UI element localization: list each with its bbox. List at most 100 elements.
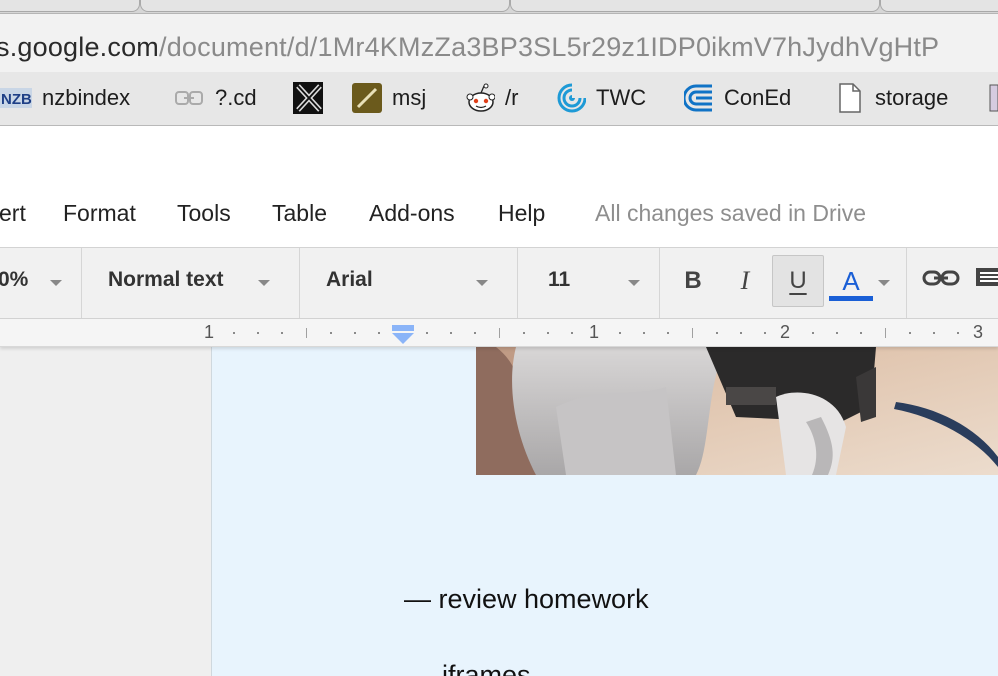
- ruler-tick: [499, 328, 500, 338]
- toolbar-divider: [906, 248, 907, 318]
- bookmark-icon: [988, 83, 998, 113]
- ruler-tick: [812, 332, 814, 334]
- document-icon: [835, 83, 865, 113]
- browser-tab[interactable]: [0, 0, 140, 12]
- bookmark-nzbindex[interactable]: NZB nzbindex: [0, 82, 130, 114]
- ruler-tick: [716, 332, 718, 334]
- bold-button[interactable]: B: [667, 255, 719, 307]
- insert-link-button[interactable]: [915, 255, 967, 307]
- bookmark-label: /r: [505, 85, 519, 110]
- chevron-down-icon: [258, 280, 270, 286]
- bookmark-coned[interactable]: ConEd: [684, 82, 791, 114]
- svg-text:NZB: NZB: [1, 91, 32, 108]
- menu-tools[interactable]: Tools: [177, 200, 231, 227]
- italic-button[interactable]: I: [719, 255, 771, 307]
- ruler-tick: [547, 332, 549, 334]
- address-bar[interactable]: s.google.com/document/d/1Mr4KMzZa3BP3SL5…: [0, 14, 998, 72]
- ruler-tick: [257, 332, 259, 334]
- text-color-icon: A: [842, 265, 860, 296]
- ruler-label: 2: [780, 322, 791, 342]
- docs-toolbar: 0% Normal text Arial 11 B I U A: [0, 247, 998, 319]
- chevron-down-icon: [50, 280, 62, 286]
- bookmark-label: nzbindex: [42, 85, 131, 110]
- bookmark-label: ConEd: [724, 85, 792, 110]
- zoom-select[interactable]: 0%: [0, 268, 28, 292]
- twc-swirl-icon: [556, 82, 586, 113]
- reddit-icon: [465, 83, 495, 113]
- bookmark-label: msj: [392, 85, 427, 110]
- menu-table[interactable]: Table: [272, 200, 327, 227]
- browser-tab[interactable]: [140, 0, 510, 12]
- ruler-tick: [933, 332, 935, 334]
- ruler-tick: [957, 332, 959, 334]
- bookmark-reddit[interactable]: /r: [465, 82, 518, 114]
- text-color-bar: [829, 295, 873, 301]
- bookmark-label: storage: [875, 85, 949, 110]
- menu-format[interactable]: Format: [63, 200, 136, 227]
- coned-icon: [684, 83, 714, 113]
- menu-add-ons[interactable]: Add-ons: [369, 200, 455, 227]
- underline-button[interactable]: U: [772, 255, 824, 307]
- ruler-label: 1: [204, 322, 215, 342]
- ruler-tick: [426, 332, 428, 334]
- insert-comment-button[interactable]: [970, 255, 998, 307]
- bookmark-cd[interactable]: ?.cd: [175, 82, 257, 114]
- bookmark-storage[interactable]: storage: [835, 82, 948, 114]
- ruler-tick: [740, 332, 742, 334]
- ruler-tick: [523, 332, 525, 334]
- document-text-line[interactable]: iframes: [442, 660, 531, 676]
- ruler-tick: [233, 332, 235, 334]
- ruler-tick: [764, 332, 766, 334]
- link-icon: [175, 83, 205, 113]
- bookmark-label: ?.cd: [215, 85, 257, 110]
- ruler-tick: [281, 332, 283, 334]
- comment-icon: [970, 265, 998, 298]
- menu-insert[interactable]: ert: [0, 200, 26, 227]
- chevron-down-icon[interactable]: [878, 280, 890, 286]
- docs-menu-bar: ert Format Tools Table Add-ons Help All …: [0, 196, 998, 236]
- bookmark-twc[interactable]: TWC: [556, 82, 646, 114]
- toolbar-divider: [659, 248, 660, 318]
- ruler-tick: [860, 332, 862, 334]
- bookmark-overflow[interactable]: [988, 82, 998, 114]
- chevron-down-icon: [628, 280, 640, 286]
- ruler-tick: [667, 332, 669, 334]
- ruler-tick: [378, 332, 380, 334]
- bookmark-x[interactable]: [293, 82, 323, 114]
- document-text-line[interactable]: — review homework: [404, 584, 649, 615]
- ruler-tick: [885, 328, 886, 338]
- font-size-select[interactable]: 11: [548, 268, 570, 292]
- embedded-dog-photo[interactable]: [476, 347, 998, 475]
- ruler-label: 3: [973, 322, 984, 342]
- ruler-tick: [330, 332, 332, 334]
- pen-icon: [352, 83, 382, 113]
- browser-tab-strip: [0, 0, 998, 14]
- menu-help[interactable]: Help: [498, 200, 545, 227]
- ruler-tick: [836, 332, 838, 334]
- text-color-button[interactable]: A: [825, 255, 877, 307]
- ruler-tick: [450, 332, 452, 334]
- ruler[interactable]: 1 1 2 3: [0, 319, 998, 347]
- indent-marker[interactable]: [391, 325, 415, 350]
- nzb-icon: NZB: [0, 83, 32, 113]
- save-status[interactable]: All changes saved in Drive: [595, 200, 866, 227]
- url-host: s.google.com: [0, 32, 159, 62]
- bookmark-msj[interactable]: msj: [352, 82, 426, 114]
- font-select[interactable]: Arial: [326, 268, 373, 292]
- ruler-tick: [619, 332, 621, 334]
- ruler-tick: [643, 332, 645, 334]
- chevron-down-icon: [476, 280, 488, 286]
- italic-icon: I: [740, 266, 750, 295]
- ruler-label: 1: [589, 322, 600, 342]
- browser-tab[interactable]: [880, 0, 998, 12]
- toolbar-divider: [517, 248, 518, 318]
- ruler-tick: [909, 332, 911, 334]
- paragraph-style-select[interactable]: Normal text: [108, 268, 224, 292]
- url-path: /document/d/1Mr4KMzZa3BP3SL5r29z1IDP0ikm…: [159, 32, 940, 62]
- underline-icon: U: [789, 267, 807, 294]
- toolbar-divider: [299, 248, 300, 318]
- link-icon: [922, 267, 960, 295]
- x-logo-icon: [293, 82, 323, 114]
- browser-tab[interactable]: [510, 0, 880, 12]
- url-text[interactable]: s.google.com/document/d/1Mr4KMzZa3BP3SL5…: [0, 32, 939, 63]
